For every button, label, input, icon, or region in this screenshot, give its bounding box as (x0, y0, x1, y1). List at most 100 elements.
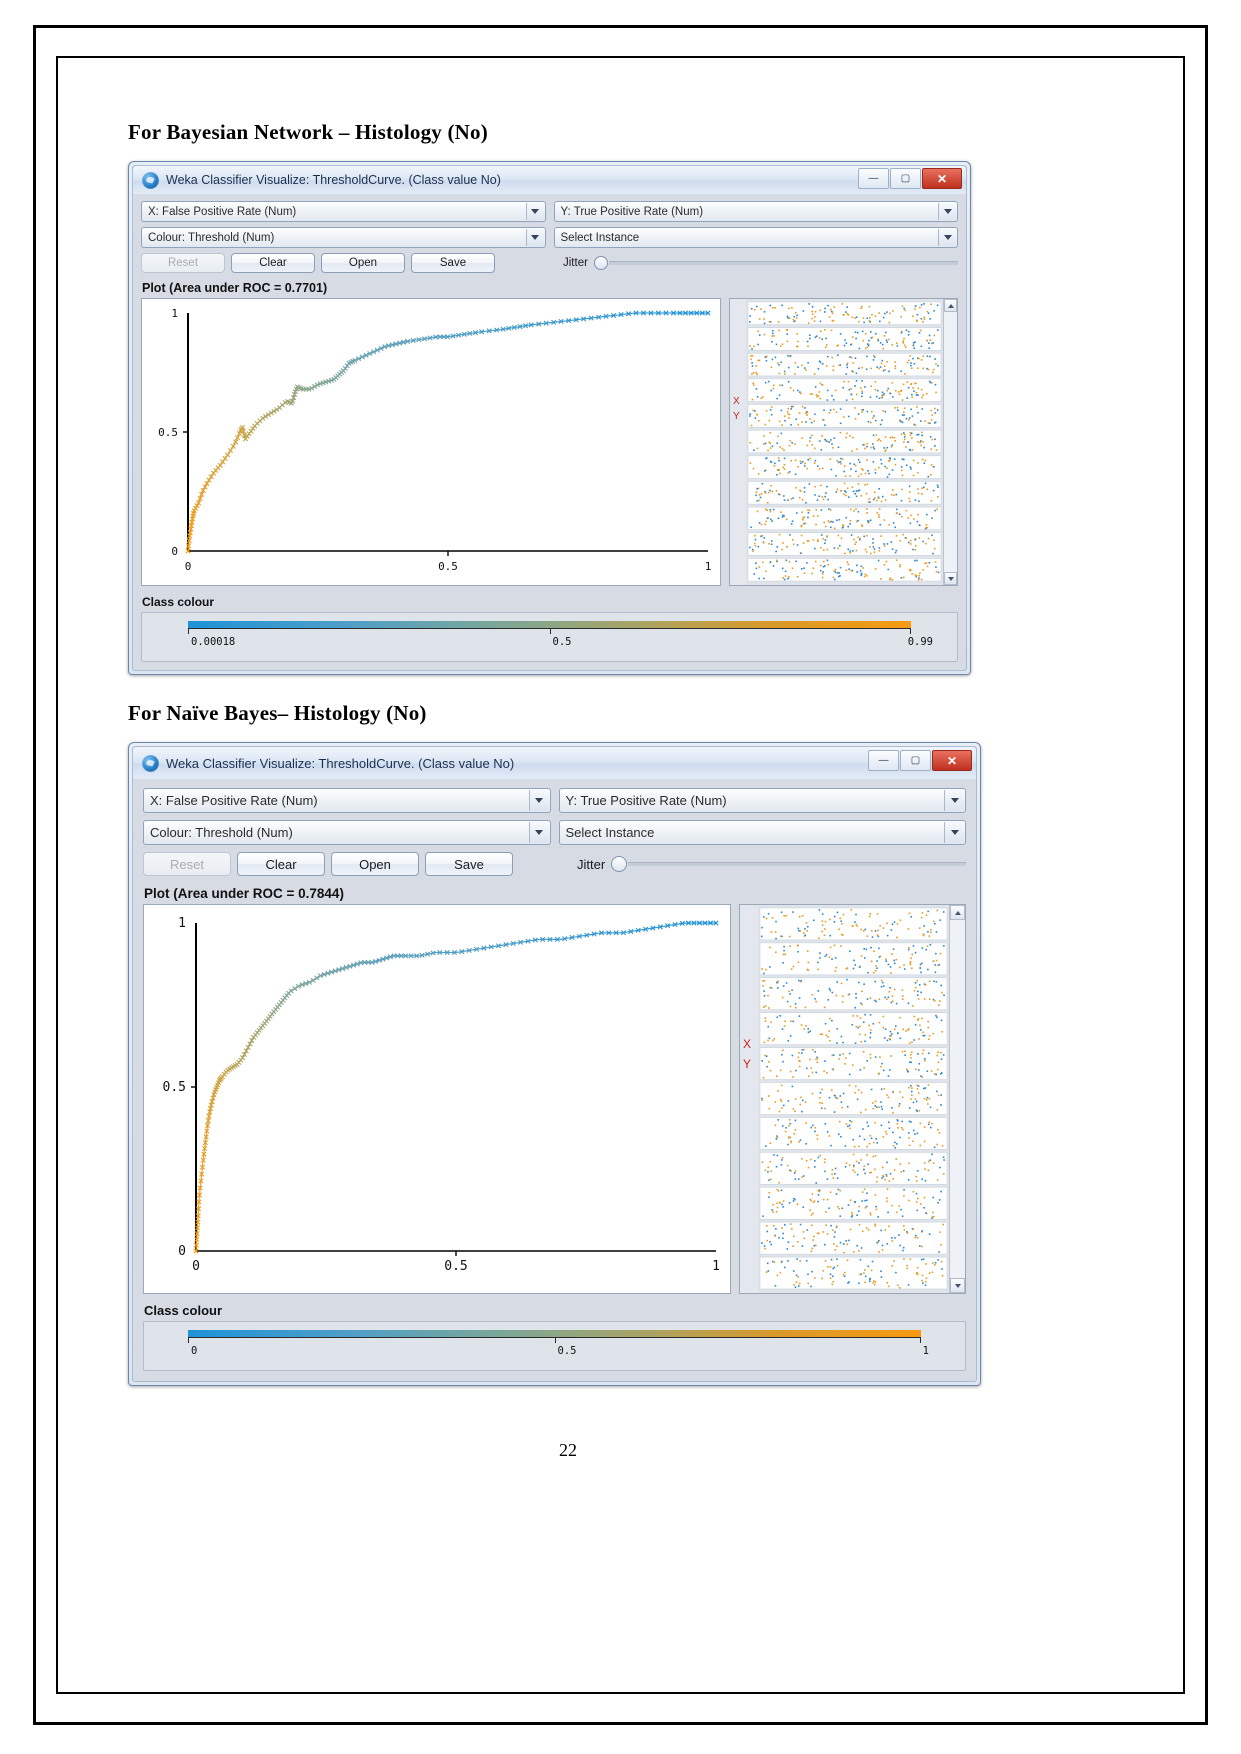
instance-x-label-1: X (733, 396, 740, 407)
colour-chevron-down-icon-2[interactable] (528, 822, 549, 843)
clear-button-2[interactable]: Clear (237, 852, 325, 876)
section-heading-2: For Naïve Bayes– Histology (No) (128, 701, 427, 725)
colour-combo-label-1: Colour: Threshold (Num) (148, 231, 275, 244)
instance-chevron-down-icon-1[interactable] (938, 229, 956, 246)
class-colour-label-1: Class colour (142, 595, 215, 609)
document-content: For Bayesian Network – Histology (No) We… (128, 120, 1008, 1460)
title-bar-2[interactable]: Weka Classifier Visualize: ThresholdCurv… (133, 747, 976, 779)
minimize-button-1[interactable]: — (858, 168, 889, 189)
svg-text:0: 0 (171, 545, 178, 558)
clear-button-1[interactable]: Clear (231, 253, 315, 273)
weka-logo-icon (142, 754, 159, 772)
title-bar-1[interactable]: Weka Classifier Visualize: ThresholdCurv… (133, 166, 966, 194)
colour-combo-2[interactable]: Colour: Threshold (Num) (143, 820, 551, 845)
svg-text:0.5: 0.5 (163, 1080, 186, 1095)
y-axis-combo-2[interactable]: Y: True Positive Rate (Num) (558, 788, 966, 813)
window-title-1: Weka Classifier Visualize: ThresholdCurv… (166, 173, 501, 187)
class-colour-tick-max-1: 0.99 (907, 636, 933, 648)
class-colour-tick-min-1: 0.00018 (191, 636, 236, 648)
scroll-down-icon-2[interactable] (950, 1278, 965, 1293)
instance-scrollbar-1[interactable] (943, 299, 957, 585)
class-colour-axis-1: 0.00018 0.5 0.99 (188, 628, 933, 655)
colour-chevron-down-icon-1[interactable] (525, 229, 544, 246)
jitter-knob-1[interactable] (593, 256, 608, 270)
y-axis-combo-1[interactable]: Y: True Positive Rate (Num) (553, 201, 958, 222)
weka-panel-2: X: False Positive Rate (Num) Y: True Pos… (133, 779, 976, 1381)
class-colour-axis-2: 0 0.5 1 (188, 1337, 929, 1364)
scroll-up-icon-1[interactable] (944, 299, 957, 312)
select-instance-combo-1[interactable]: Select Instance (553, 227, 958, 248)
x-axis-chevron-down-icon-2[interactable] (528, 790, 549, 811)
roc-chart-1[interactable]: 0 0.5 1 0 0.5 1 (141, 298, 721, 586)
page-number: 22 (559, 1440, 577, 1460)
class-colour-gradient-1 (188, 621, 911, 628)
attribute-strips-svg-1 (747, 301, 942, 582)
x-axis-combo-label-2: X: False Positive Rate (Num) (150, 793, 318, 808)
x-axis-combo-2[interactable]: X: False Positive Rate (Num) (143, 788, 551, 813)
class-colour-gradient-2 (188, 1330, 921, 1337)
svg-text:0: 0 (178, 1244, 186, 1259)
maximize-button-2[interactable]: ▢ (900, 750, 931, 771)
class-colour-tick-min-2: 0 (191, 1345, 198, 1357)
maximize-button-1[interactable]: ▢ (890, 168, 921, 189)
scroll-up-icon-2[interactable] (950, 905, 965, 920)
instance-panel-1[interactable]: X Y (729, 298, 958, 586)
save-button-2[interactable]: Save (425, 852, 513, 876)
reset-button-2[interactable]: Reset (143, 852, 231, 876)
y-axis-chevron-down-icon-2[interactable] (944, 790, 964, 811)
jitter-slider-2[interactable]: Jitter (577, 856, 966, 872)
select-instance-combo-2[interactable]: Select Instance (558, 820, 966, 845)
section-heading-1: For Bayesian Network – Histology (No) (128, 120, 488, 144)
attribute-strips-svg-2 (759, 907, 948, 1290)
svg-text:0: 0 (185, 560, 192, 573)
window-controls-1: — ▢ ✕ (858, 168, 962, 189)
attribute-strips-1[interactable] (746, 299, 943, 585)
plot-area-2: 0 0.5 1 0 0.5 1 X Y (143, 904, 966, 1294)
jitter-track-1[interactable] (608, 261, 958, 265)
instance-chevron-down-icon-2[interactable] (944, 822, 964, 843)
class-colour-tick-max-2: 1 (922, 1345, 929, 1357)
svg-text:1: 1 (712, 1259, 720, 1274)
close-button-2[interactable]: ✕ (932, 750, 972, 771)
y-axis-combo-label-1: Y: True Positive Rate (Num) (560, 205, 704, 218)
colour-combo-label-2: Colour: Threshold (Num) (150, 825, 293, 840)
close-button-1[interactable]: ✕ (922, 168, 962, 189)
y-axis-chevron-down-icon-1[interactable] (938, 203, 956, 220)
scroll-down-icon-1[interactable] (944, 572, 957, 585)
roc-chart-svg-1: 0 0.5 1 0 0.5 1 (158, 307, 711, 573)
x-axis-chevron-down-icon-1[interactable] (525, 203, 544, 220)
open-button-1[interactable]: Open (321, 253, 405, 273)
attribute-strips-2[interactable] (758, 905, 949, 1293)
plot-area-1: 0 0.5 1 0 0.5 1 X Y (141, 298, 958, 586)
class-colour-tick-mid-1: 0.5 (552, 636, 572, 648)
roc-chart-svg-2: 0 0.5 1 0 0.5 1 (163, 916, 720, 1274)
open-button-2[interactable]: Open (331, 852, 419, 876)
instance-scrollbar-2[interactable] (949, 905, 965, 1293)
class-colour-box-2: 0 0.5 1 (143, 1321, 966, 1371)
weka-panel-1: X: False Positive Rate (Num) Y: True Pos… (133, 194, 966, 670)
instance-panel-2[interactable]: X Y (739, 904, 966, 1294)
button-row-1: Reset Clear Open Save Jitter (141, 253, 958, 273)
instance-axis-labels-2: X Y (740, 905, 758, 1293)
instance-axis-labels-1: X Y (730, 299, 746, 585)
roc-chart-2[interactable]: 0 0.5 1 0 0.5 1 (143, 904, 731, 1294)
weka-logo-icon (142, 171, 159, 189)
weka-window-1: Weka Classifier Visualize: ThresholdCurv… (128, 161, 971, 675)
plot-title-1: Plot (Area under ROC = 0.7701) (142, 281, 328, 295)
svg-text:1: 1 (171, 307, 178, 320)
save-button-1[interactable]: Save (411, 253, 495, 273)
reset-button-1[interactable]: Reset (141, 253, 225, 273)
instance-y-label-2: Y (743, 1057, 752, 1071)
x-axis-combo-label-1: X: False Positive Rate (Num) (148, 205, 297, 218)
plot-title-2: Plot (Area under ROC = 0.7844) (144, 886, 344, 901)
colour-instance-row-2: Colour: Threshold (Num) Select Instance (143, 820, 966, 845)
svg-text:1: 1 (178, 916, 186, 931)
jitter-track-2[interactable] (628, 862, 966, 866)
x-axis-combo-1[interactable]: X: False Positive Rate (Num) (141, 201, 546, 222)
colour-combo-1[interactable]: Colour: Threshold (Num) (141, 227, 546, 248)
minimize-button-2[interactable]: — (868, 750, 899, 771)
svg-text:0: 0 (192, 1259, 200, 1274)
jitter-knob-2[interactable] (611, 856, 628, 872)
jitter-slider-1[interactable]: Jitter (563, 256, 958, 270)
button-row-2: Reset Clear Open Save Jitter (143, 852, 966, 876)
